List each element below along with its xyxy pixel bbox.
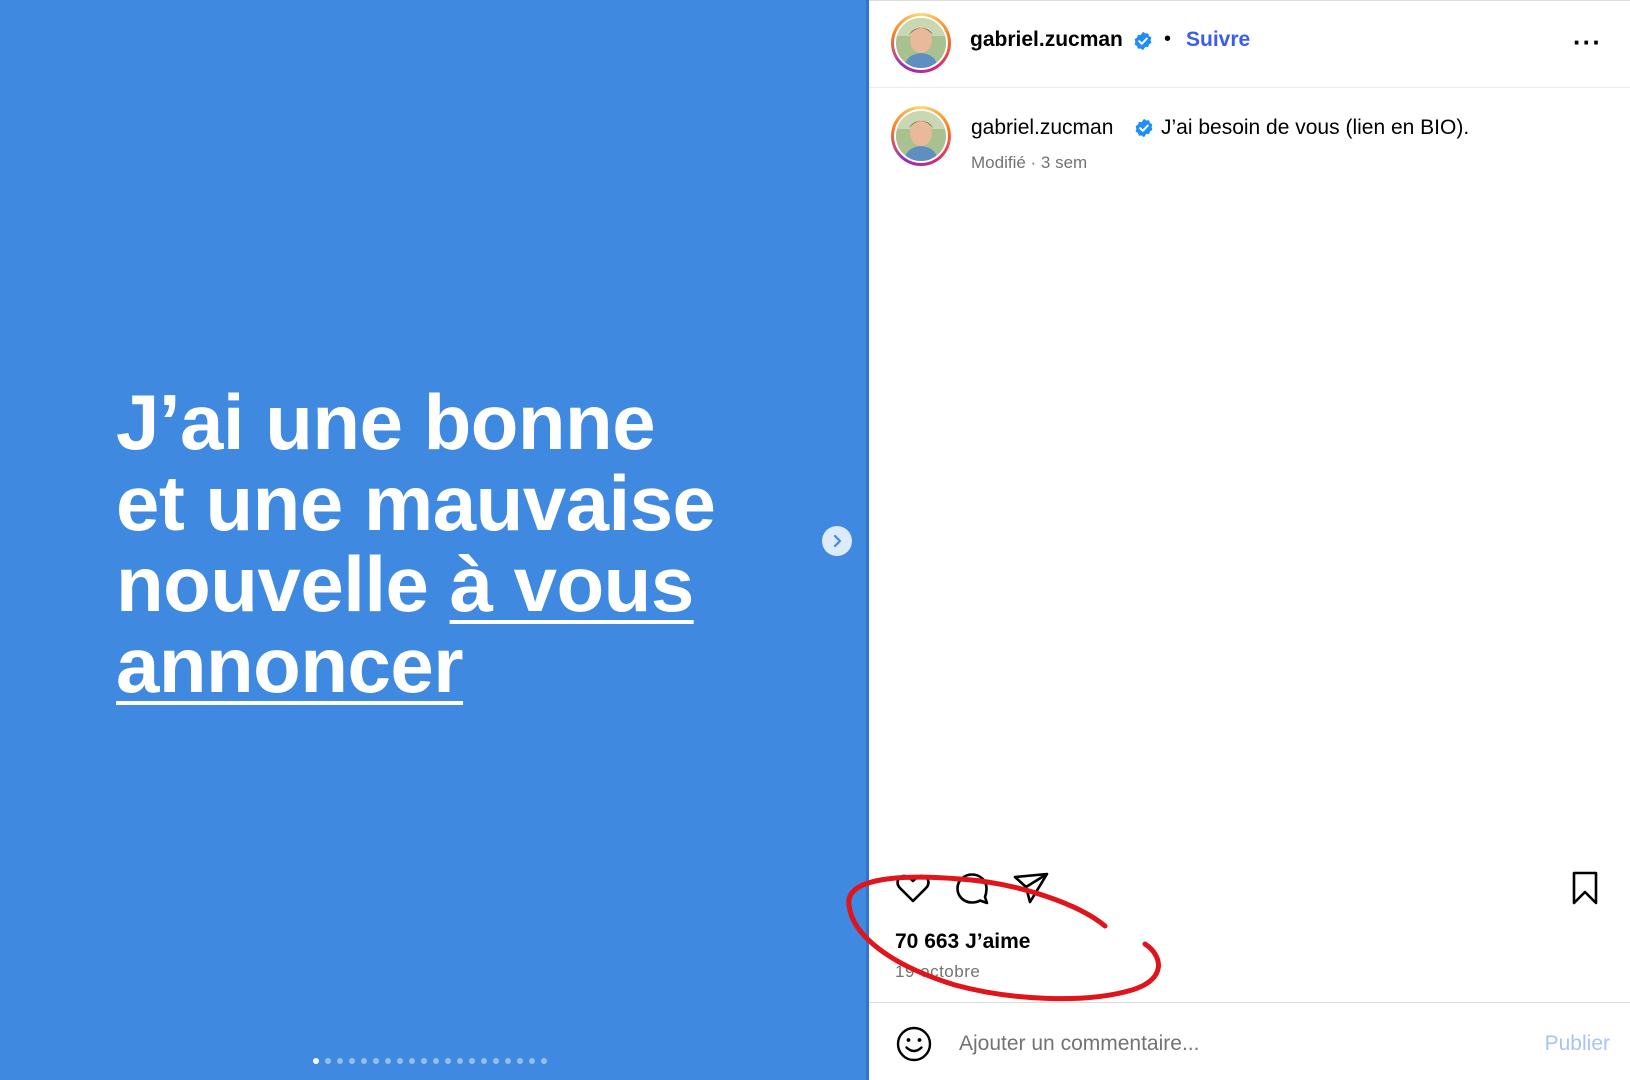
- carousel-dot: [505, 1058, 511, 1064]
- comment-icon[interactable]: [952, 868, 992, 908]
- heart-icon[interactable]: [893, 868, 933, 908]
- caption-text: J’ai besoin de vous (lien en BIO).: [1161, 116, 1470, 139]
- avatar[interactable]: [891, 13, 951, 73]
- carousel-dot: [409, 1058, 415, 1064]
- carousel-dot: [325, 1058, 331, 1064]
- follow-button[interactable]: Suivre: [1186, 28, 1250, 52]
- post-date[interactable]: 19 octobre: [895, 962, 980, 982]
- carousel-dot: [457, 1058, 463, 1064]
- carousel-dot: [433, 1058, 439, 1064]
- slide-line-4-underlined: annoncer: [116, 621, 464, 709]
- slide-line-2: et une mauvaise: [116, 459, 716, 547]
- slide-line-4: annoncer: [116, 625, 715, 706]
- emoji-icon[interactable]: [895, 1025, 933, 1063]
- header-separator: •: [1164, 28, 1172, 50]
- caption-avatar[interactable]: [891, 106, 951, 166]
- carousel-dot: [481, 1058, 487, 1064]
- paper-plane-icon[interactable]: [1011, 868, 1051, 908]
- post-actions: [869, 868, 1630, 918]
- comment-input[interactable]: [957, 1023, 1501, 1065]
- carousel-dot: [421, 1058, 427, 1064]
- slide-text: J’ai une bonne et une mauvaise nouvelle …: [116, 378, 716, 706]
- carousel-dot: [397, 1058, 403, 1064]
- slide-line-3-plain: nouvelle: [116, 540, 450, 628]
- slide-line-1: J’ai une bonne: [116, 378, 656, 466]
- carousel-dot: [361, 1058, 367, 1064]
- caption-username[interactable]: gabriel.zucman: [971, 116, 1113, 140]
- header-username[interactable]: gabriel.zucman: [970, 28, 1123, 52]
- post-details-panel: gabriel.zucman • Suivre ··· gabriel.zucm…: [866, 0, 1630, 1080]
- caption-avatar-photo: [896, 111, 946, 161]
- post-media-carousel[interactable]: J’ai une bonne et une mauvaise nouvelle …: [0, 0, 866, 1080]
- instagram-post-view: J’ai une bonne et une mauvaise nouvelle …: [0, 0, 1630, 1080]
- carousel-dot: [517, 1058, 523, 1064]
- caption-verified-badge-icon: [1135, 118, 1153, 138]
- next-slide-button[interactable]: [822, 526, 852, 556]
- comment-bar: Publier: [869, 1002, 1630, 1080]
- post-header: gabriel.zucman • Suivre ···: [869, 0, 1630, 88]
- like-count[interactable]: 70 663 J’aime: [895, 930, 1030, 954]
- carousel-dot: [349, 1058, 355, 1064]
- slide-line-3-underlined: à vous: [449, 540, 695, 628]
- carousel-indicator: [0, 1058, 866, 1064]
- more-options-icon[interactable]: ···: [1573, 27, 1602, 58]
- verified-badge-icon: [1134, 31, 1152, 51]
- carousel-dot: [493, 1058, 499, 1064]
- avatar-photo: [896, 18, 946, 68]
- bookmark-icon[interactable]: [1565, 868, 1605, 908]
- carousel-dot: [541, 1058, 547, 1064]
- chevron-right-icon: [833, 534, 842, 548]
- carousel-dot: [385, 1058, 391, 1064]
- carousel-dot: [469, 1058, 475, 1064]
- carousel-dot: [337, 1058, 343, 1064]
- carousel-dot: [529, 1058, 535, 1064]
- slide-line-3: nouvelle à vous: [116, 544, 715, 625]
- caption-meta: Modifié · 3 sem: [971, 153, 1088, 172]
- carousel-dot: [373, 1058, 379, 1064]
- publish-button[interactable]: Publier: [1545, 1032, 1610, 1056]
- carousel-dot: [445, 1058, 451, 1064]
- carousel-dot: [313, 1058, 319, 1064]
